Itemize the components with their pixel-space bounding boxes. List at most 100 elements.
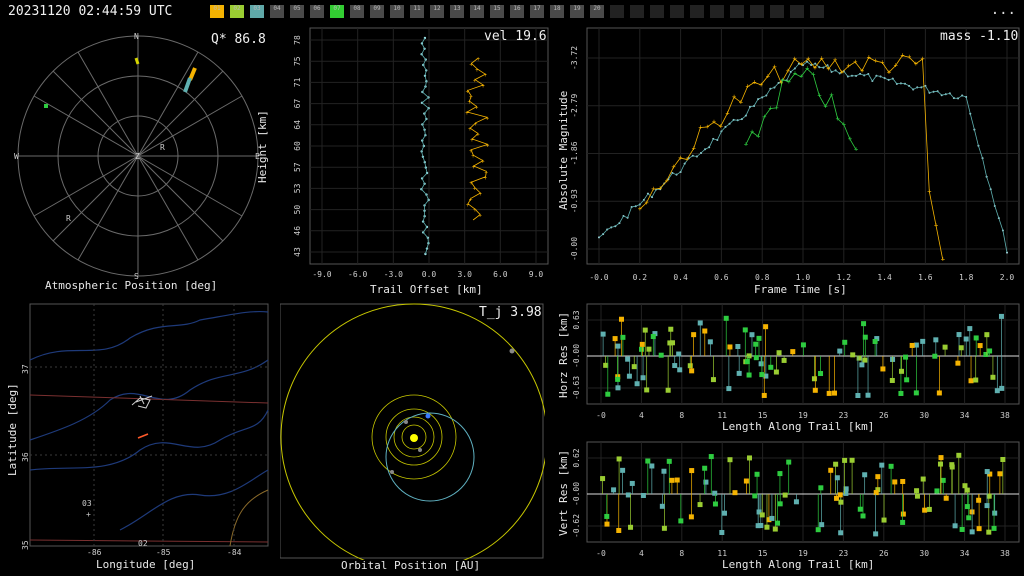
station-09[interactable]: 09 bbox=[370, 5, 384, 18]
station-slot-21[interactable] bbox=[630, 5, 644, 18]
mag-xtick: 1.8 bbox=[959, 273, 974, 282]
hres-point bbox=[710, 377, 716, 383]
height-point-orange: + bbox=[485, 115, 489, 122]
station-11[interactable]: 11 bbox=[410, 5, 424, 18]
vres-point bbox=[620, 467, 626, 473]
station-slot-20[interactable] bbox=[610, 5, 624, 18]
hres-point bbox=[862, 334, 868, 340]
station-18[interactable]: 18 bbox=[550, 5, 564, 18]
station-13[interactable]: 13 bbox=[450, 5, 464, 18]
polar-zenith: Z bbox=[135, 152, 140, 161]
station-16[interactable]: 16 bbox=[510, 5, 524, 18]
vres-point bbox=[934, 488, 940, 494]
orbit-plot[interactable] bbox=[280, 300, 545, 560]
hres-point bbox=[898, 368, 904, 374]
vres-point bbox=[754, 471, 760, 477]
vres-xtick: 8 bbox=[679, 549, 684, 558]
vres-point bbox=[833, 461, 839, 467]
station-01[interactable]: 01 bbox=[210, 5, 224, 18]
vres-point bbox=[793, 499, 799, 505]
vres-point bbox=[611, 487, 617, 493]
station-slot-22[interactable] bbox=[650, 5, 664, 18]
height-ytick: 46 bbox=[293, 226, 302, 236]
polar-track-yellow bbox=[134, 57, 140, 65]
vres-point bbox=[984, 469, 990, 475]
station-12[interactable]: 12 bbox=[430, 5, 444, 18]
vres-point bbox=[922, 507, 928, 513]
vres-point bbox=[604, 513, 610, 519]
station-03[interactable]: 03 bbox=[250, 5, 264, 18]
height-xtick: 0.0 bbox=[422, 270, 437, 279]
vres-point bbox=[986, 529, 992, 535]
hres-point bbox=[837, 348, 843, 354]
hres-point bbox=[942, 344, 948, 350]
vres-point bbox=[879, 462, 885, 468]
ground-map[interactable]: + 03 02 -86 -85 -84 37 36 35 bbox=[0, 300, 275, 576]
station-05[interactable]: 05 bbox=[290, 5, 304, 18]
station-slot-24[interactable] bbox=[690, 5, 704, 18]
hres-point bbox=[958, 345, 964, 351]
station-17[interactable]: 17 bbox=[530, 5, 544, 18]
menu-button[interactable]: ... bbox=[991, 2, 1016, 18]
vres-point bbox=[976, 526, 982, 532]
vres-point bbox=[943, 495, 949, 501]
station-06[interactable]: 06 bbox=[310, 5, 324, 18]
station-02[interactable]: 02 bbox=[230, 5, 244, 18]
hres-point bbox=[826, 390, 832, 396]
mag-ytick: -0.00 bbox=[570, 237, 579, 261]
hres-point bbox=[781, 357, 787, 363]
vres-point bbox=[964, 504, 970, 510]
station-slot-28[interactable] bbox=[770, 5, 784, 18]
vres-point bbox=[600, 476, 606, 482]
station-slot-27[interactable] bbox=[750, 5, 764, 18]
station-15[interactable]: 15 bbox=[490, 5, 504, 18]
hres-point bbox=[727, 344, 733, 350]
vres-point bbox=[986, 493, 992, 499]
hres-point bbox=[600, 331, 606, 337]
vres-point bbox=[649, 463, 655, 469]
vres-point bbox=[969, 529, 975, 535]
station-08[interactable]: 08 bbox=[350, 5, 364, 18]
vres-point bbox=[616, 456, 622, 462]
hres-point bbox=[856, 355, 862, 361]
horizontal-residual-plot: -0 4 8 11 15 19 23 26 30 34 38 0.63 -0.00 -0.63 bbox=[572, 303, 1020, 420]
station-19[interactable]: 19 bbox=[570, 5, 584, 18]
map-station-cross: + bbox=[86, 510, 91, 519]
vres-point bbox=[743, 478, 749, 484]
hres-point bbox=[644, 387, 650, 393]
mag-xtick: 1.6 bbox=[918, 273, 933, 282]
station-slot-29[interactable] bbox=[790, 5, 804, 18]
hres-point bbox=[763, 324, 769, 330]
vres-point bbox=[628, 524, 634, 530]
hres-point bbox=[758, 361, 764, 367]
vres-point bbox=[625, 492, 631, 498]
sun-marker bbox=[410, 434, 418, 442]
hres-point bbox=[634, 381, 640, 387]
hres-point bbox=[855, 393, 861, 399]
station-04[interactable]: 04 bbox=[270, 5, 284, 18]
map-xlabel: Longitude [deg] bbox=[96, 558, 196, 571]
station-slot-25[interactable] bbox=[710, 5, 724, 18]
station-14[interactable]: 14 bbox=[470, 5, 484, 18]
vres-point bbox=[962, 483, 968, 489]
station-10[interactable]: 10 bbox=[390, 5, 404, 18]
vres-point bbox=[991, 525, 997, 531]
map-station-03: 03 bbox=[82, 499, 92, 508]
atmospheric-position-plot: N S E W Z R R bbox=[14, 32, 260, 281]
station-slot-26[interactable] bbox=[730, 5, 744, 18]
hres-point bbox=[812, 387, 818, 393]
vres-point bbox=[708, 454, 714, 460]
vres-point bbox=[645, 458, 651, 464]
vres-xtick: 15 bbox=[758, 549, 768, 558]
height-ytick: 75 bbox=[293, 56, 302, 66]
vres-point bbox=[900, 478, 906, 484]
vres-point bbox=[674, 477, 680, 483]
station-20[interactable]: 20 bbox=[590, 5, 604, 18]
station-slot-30[interactable] bbox=[810, 5, 824, 18]
height-point-orange: + bbox=[486, 142, 490, 149]
vres-point bbox=[966, 515, 972, 521]
hres-point bbox=[872, 338, 878, 344]
station-07[interactable]: 07 bbox=[330, 5, 344, 18]
station-slot-23[interactable] bbox=[670, 5, 684, 18]
vres-point bbox=[616, 527, 622, 533]
